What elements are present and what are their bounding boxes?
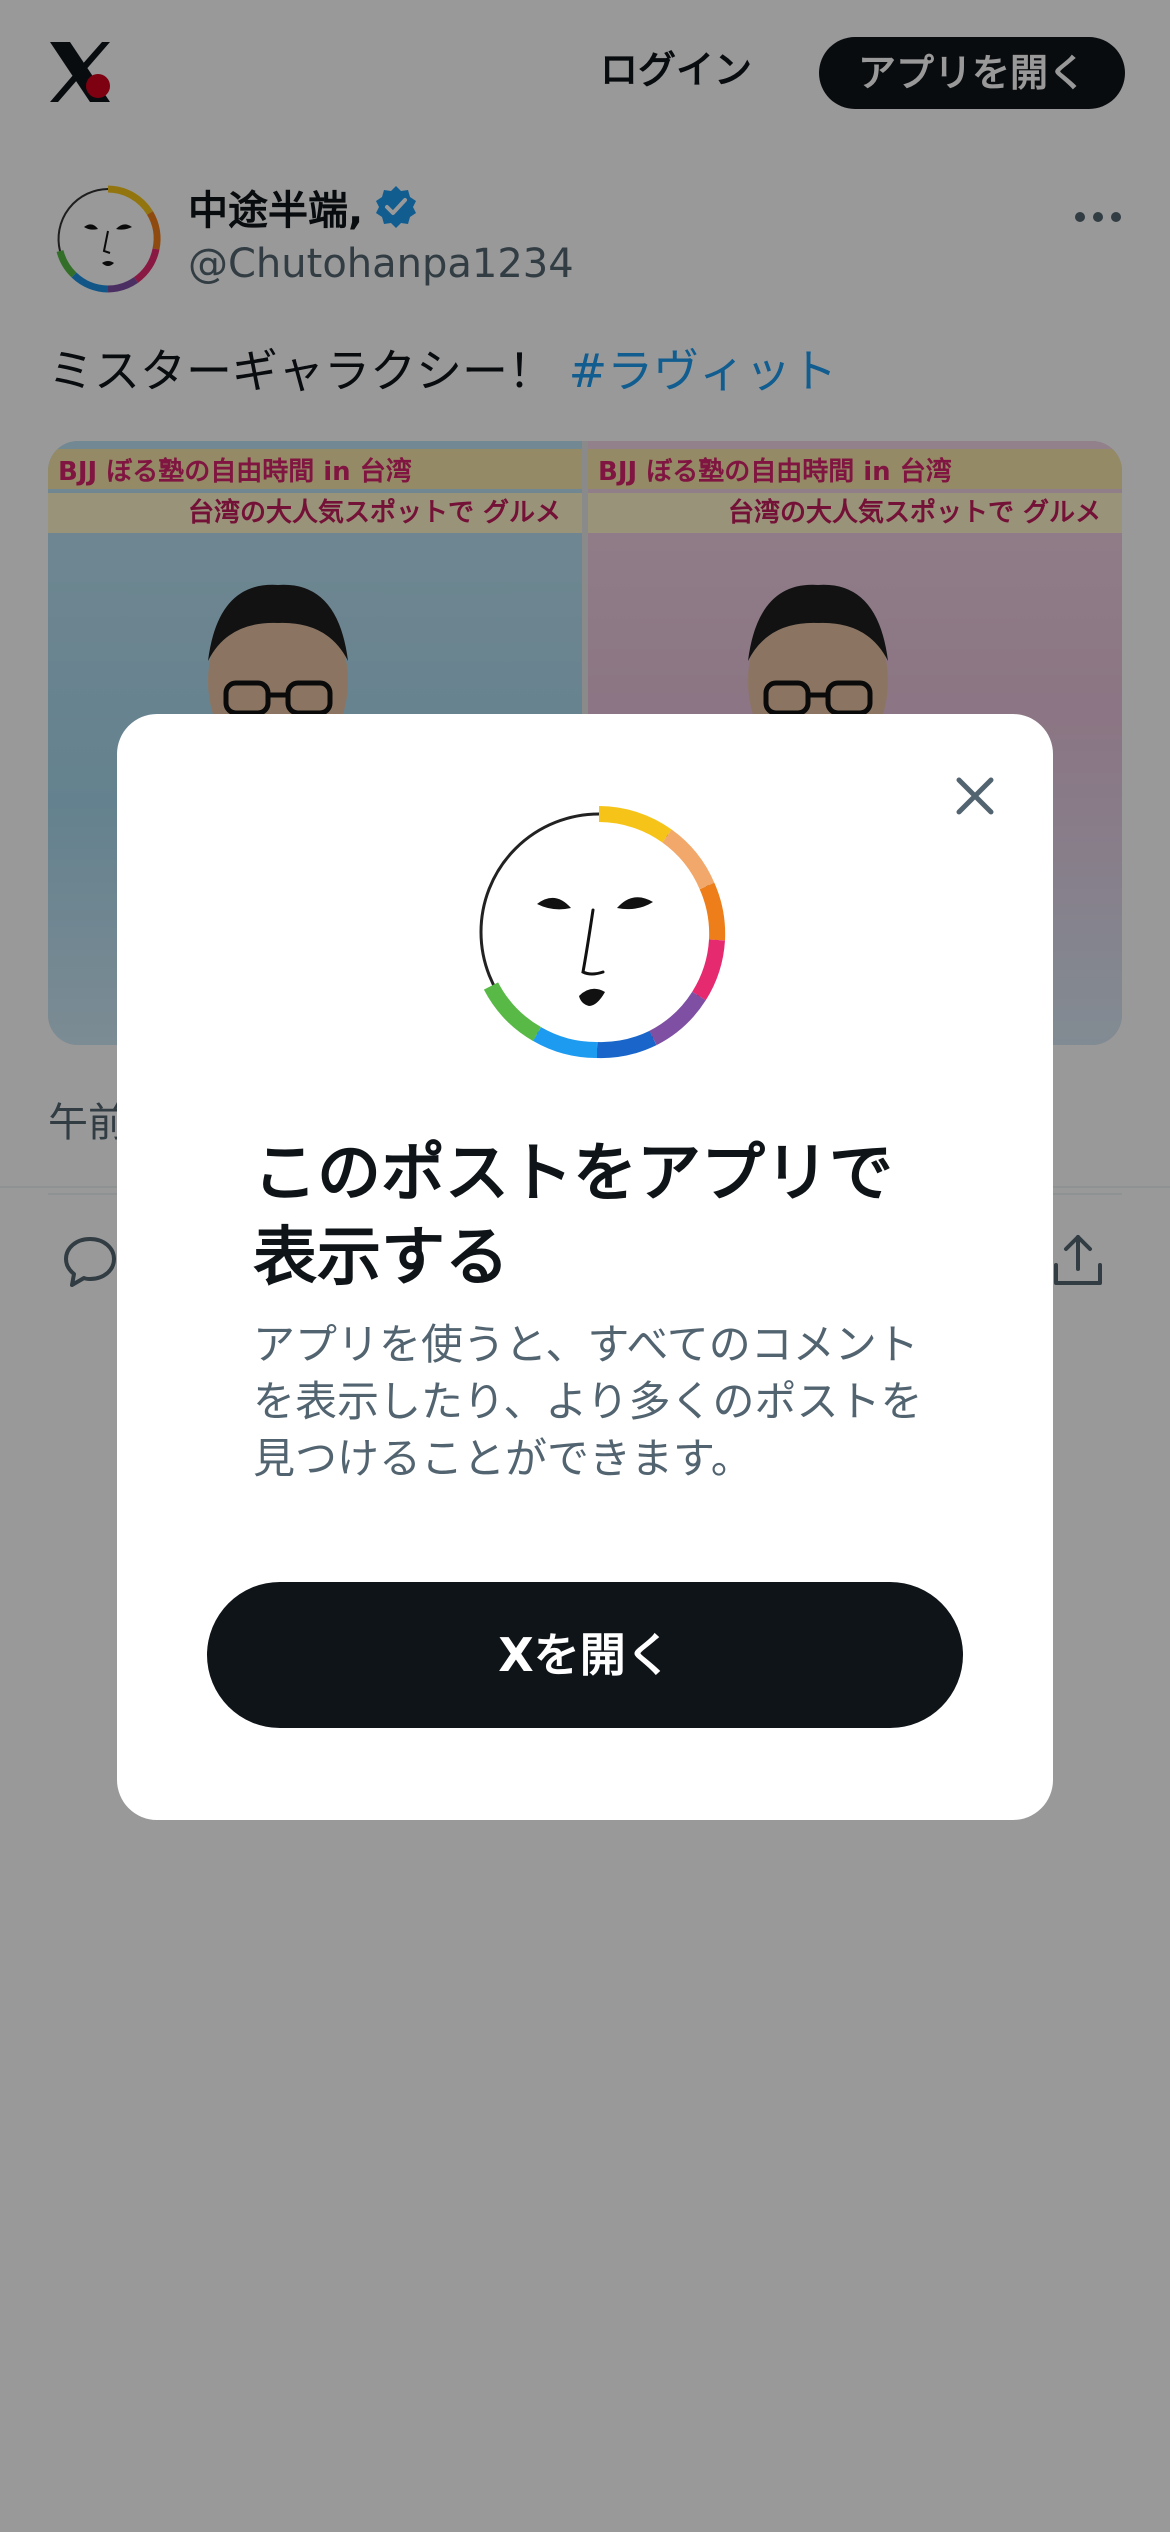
close-icon[interactable] bbox=[945, 766, 1005, 826]
dialog-description: アプリを使うと、すべてのコメントを表示したり、より多くのポストを見つけることがで… bbox=[253, 1320, 923, 1483]
open-in-app-dialog: このポストをアプリで表示する アプリを使うと、すべてのコメントを表示したり、より… bbox=[117, 714, 1053, 1820]
dialog-title: このポストをアプリで表示する bbox=[253, 1137, 893, 1295]
profile-logo-icon bbox=[467, 800, 731, 1064]
open-x-button[interactable]: Xを開く bbox=[207, 1582, 963, 1728]
